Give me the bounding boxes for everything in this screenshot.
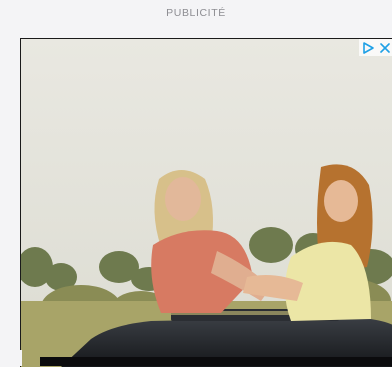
ad-label: PUBLICITÉ	[166, 7, 226, 19]
ad-image[interactable]	[21, 39, 392, 367]
bottom-bar	[40, 357, 392, 366]
adchoices-play-icon[interactable]	[361, 41, 375, 55]
close-icon[interactable]	[378, 41, 392, 55]
ad-choices	[359, 39, 392, 56]
ad-banner[interactable]	[20, 38, 392, 367]
page-edge	[0, 350, 22, 366]
